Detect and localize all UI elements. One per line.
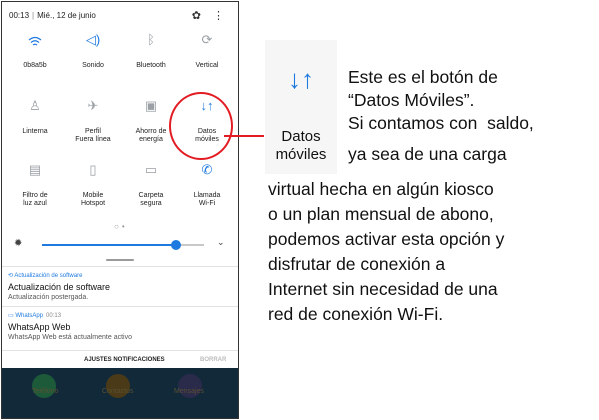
qs-tile-hotspot[interactable]: ▯ Mobile Hotspot — [64, 160, 122, 226]
zoom-label-line2: móviles — [275, 146, 327, 163]
clear-button[interactable]: BORRAR — [200, 357, 226, 363]
home-dock: Teléfono Contactos Mensajes — [2, 368, 238, 418]
flashlight-icon: ♙ — [29, 98, 41, 113]
filter-icon: ▤ — [28, 162, 42, 177]
notif-time: 00:13 — [46, 313, 62, 319]
notif-text: WhatsApp Web está actualmente activo — [8, 334, 132, 341]
status-time: 00:13 — [9, 11, 30, 20]
callout-zoomed-button: ↓↑ Datos móviles — [265, 40, 337, 174]
callout-text-line: “Datos Móviles”. — [348, 90, 475, 110]
notif-app-name: Actualización de software — [14, 273, 83, 279]
speaker-icon: ◁) — [85, 32, 101, 47]
callout-text-line: disfrutar de conexión a — [268, 254, 446, 274]
folder-icon: ▭ — [144, 162, 158, 177]
gear-icon[interactable]: ✿ — [192, 9, 201, 22]
notification-software-update[interactable]: ⟲ Actualización de software Actualizació… — [2, 266, 238, 304]
status-separator: | — [32, 11, 35, 20]
qs-tile-rotation[interactable]: ⟳ Vertical — [178, 30, 236, 96]
qs-label: Filtro de luz azul — [22, 192, 48, 207]
airplane-icon: ✈ — [87, 98, 99, 113]
brightness-track-filled — [42, 244, 176, 246]
wifi-icon — [6, 30, 64, 56]
notification-settings-button[interactable]: AJUSTES NOTIFICACIONES — [84, 357, 165, 363]
rotate-icon: ⟳ — [201, 32, 213, 47]
notif-text: Actualización postergada. — [8, 294, 89, 301]
highlight-circle — [169, 92, 233, 160]
qs-label: Perfil Fuera línea — [75, 128, 111, 143]
callout-text-line: podemos activar esta opción y — [268, 229, 505, 249]
brightness-icon: ✹ — [14, 238, 23, 249]
callout-text-line: virtual hecha en algún kiosco — [268, 179, 494, 199]
notification-whatsapp[interactable]: ▭ WhatsApp 00:13 WhatsApp Web WhatsApp We… — [2, 306, 238, 350]
qs-label: Bluetooth — [136, 62, 166, 69]
qs-label: Sonido — [82, 62, 104, 69]
qs-tile-blue-light[interactable]: ▤ Filtro de luz azul — [6, 160, 64, 226]
qs-tile-sound[interactable]: ◁) Sonido — [64, 30, 122, 96]
qs-tile-wifi[interactable]: 0b8a5b — [6, 30, 64, 96]
page-indicator: ○• — [114, 222, 128, 231]
qs-label: Mobile Hotspot — [80, 192, 106, 207]
notif-title: Actualización de software — [8, 282, 111, 292]
qs-label: Llamada Wi-Fi — [193, 192, 221, 207]
qs-tile-airplane[interactable]: ✈ Perfil Fuera línea — [64, 96, 122, 162]
callout-text-line: Si contamos con saldo, — [348, 113, 534, 133]
phone-screenshot: 00:13 | Mié., 12 de junio ✿ ⋮ 0b8a5b ◁) So… — [1, 1, 239, 419]
dock-label: Contactos — [102, 388, 134, 395]
callout-pointer-line — [224, 135, 264, 137]
status-bar: 00:13 | Mié., 12 de junio ✿ ⋮ — [2, 2, 238, 30]
hotspot-icon: ▯ — [89, 162, 97, 177]
qs-tile-wifi-call[interactable]: ✆ Llamada Wi-Fi — [178, 160, 236, 226]
zoom-label-line1: Datos — [281, 128, 321, 145]
qs-label: Vertical — [195, 62, 219, 69]
qs-label: Linterna — [22, 128, 48, 135]
wifi-call-icon: ✆ — [201, 162, 213, 177]
notification-actions: AJUSTES NOTIFICACIONES BORRAR — [2, 350, 238, 368]
callout-text-line: Este es el botón de — [348, 67, 498, 87]
callout-text-line: Internet sin necesidad de una — [268, 279, 498, 299]
dock-label: Mensajes — [174, 388, 204, 395]
qs-label: Carpeta segura — [138, 192, 164, 207]
notif-title: WhatsApp Web — [8, 322, 71, 332]
brightness-slider[interactable]: ✹ ⌄ — [14, 237, 228, 252]
qs-tile-bluetooth[interactable]: ᛒ Bluetooth — [122, 30, 180, 96]
data-arrows-icon: ↓↑ — [288, 64, 314, 94]
qs-label: 0b8a5b — [23, 62, 47, 69]
notif-app-name: WhatsApp — [15, 313, 44, 319]
more-vert-icon[interactable]: ⋮ — [213, 9, 224, 22]
chevron-down-icon[interactable]: ⌄ — [217, 237, 225, 248]
callout-text-line: ya sea de una carga — [348, 144, 507, 164]
panel-drag-handle[interactable] — [106, 259, 134, 261]
brightness-knob[interactable] — [171, 240, 181, 250]
callout-text-line: o un plan mensual de abono, — [268, 204, 494, 224]
qs-tile-secure-folder[interactable]: ▭ Carpeta segura — [122, 160, 180, 226]
callout-text-line: red de conexión Wi-Fi. — [268, 304, 444, 324]
bluetooth-icon: ᛒ — [147, 32, 155, 47]
status-date: Mié., 12 de junio — [37, 11, 96, 20]
qs-tile-flashlight[interactable]: ♙ Linterna — [6, 96, 64, 162]
dock-label: Teléfono — [32, 388, 59, 395]
